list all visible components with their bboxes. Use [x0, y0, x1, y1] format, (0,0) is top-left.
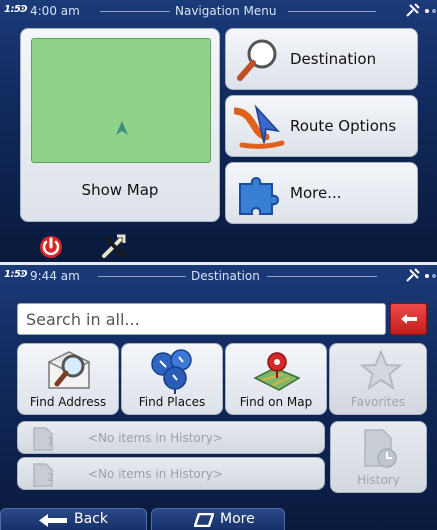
history-item-label: <No items in History> [88, 467, 223, 481]
star-icon [359, 349, 403, 391]
backspace-arrow-icon [401, 314, 417, 324]
satellite-icon [406, 268, 420, 282]
more-menu-label: More [220, 511, 255, 527]
map-preview [31, 38, 211, 163]
puzzle-icon [239, 177, 279, 215]
find-places-label: Find Places [138, 395, 206, 409]
position-arrow-icon [116, 121, 128, 135]
history-item-number: 2 [47, 471, 54, 484]
history-icon [364, 429, 397, 468]
screen-title: Navigation Menu [175, 4, 277, 18]
history-item-2[interactable]: 2 <No items in History> [17, 457, 325, 490]
history-label: History [357, 473, 400, 487]
history-item-number: 1 [47, 435, 54, 448]
title-rule [100, 11, 170, 12]
back-button[interactable]: Back [0, 508, 147, 530]
favorites-button[interactable]: Favorites [329, 343, 427, 415]
back-arrow-icon [39, 514, 67, 527]
search-input[interactable] [18, 304, 385, 334]
find-address-icon [48, 351, 90, 389]
show-map-label: Show Map [81, 181, 159, 199]
route-options-button[interactable]: Route Options [225, 95, 418, 157]
find-places-icon [151, 349, 192, 394]
route-options-icon [234, 104, 285, 149]
tools-icon[interactable] [100, 232, 128, 260]
navigation-menu-screen: 1:5Ͽ 4:00 am Navigation Menu Show Map De… [0, 0, 437, 262]
satellite-icon [406, 3, 420, 17]
status-bar: 1:5Ͽ 4:00 am Navigation Menu [0, 0, 437, 22]
title-rule [288, 11, 376, 12]
more-button[interactable]: More... [225, 162, 418, 224]
more-menu-button[interactable]: More [151, 508, 285, 530]
gps-dot [432, 9, 436, 13]
destination-button[interactable]: Destination [225, 28, 418, 90]
clock: 9:44 am [30, 269, 80, 283]
gps-logo: 1:5Ͽ [4, 269, 27, 280]
show-map-button[interactable]: Show Map [20, 28, 220, 222]
magnifier-icon [237, 39, 277, 81]
route-options-label: Route Options [290, 117, 397, 135]
clock: 4:00 am [30, 4, 80, 18]
favorites-label: Favorites [350, 395, 406, 409]
gps-dot [425, 274, 429, 278]
history-item-1[interactable]: 1 <No items in History> [17, 421, 325, 454]
find-address-label: Find Address [29, 395, 107, 409]
bottom-bar: Back More [0, 505, 437, 530]
history-button[interactable]: History [330, 421, 427, 493]
title-rule [267, 276, 377, 277]
screen-title: Destination [191, 269, 260, 283]
power-icon[interactable] [38, 234, 64, 260]
find-places-button[interactable]: Find Places [121, 343, 223, 415]
gps-dot [432, 274, 436, 278]
title-rule [98, 276, 186, 277]
find-on-map-label: Find on Map [239, 395, 313, 409]
history-item-label: <No items in History> [88, 431, 223, 445]
gps-dot [425, 9, 429, 13]
find-on-map-button[interactable]: Find on Map [225, 343, 327, 415]
destination-screen: 1:5Ͽ 9:44 am Destination Find Address [0, 265, 437, 530]
more-icon [194, 513, 214, 527]
find-address-button[interactable]: Find Address [17, 343, 119, 415]
gps-logo: 1:5Ͽ [4, 4, 27, 15]
search-box [17, 303, 386, 335]
more-label: More... [290, 184, 342, 202]
backspace-button[interactable] [390, 303, 427, 335]
status-bar: 1:5Ͽ 9:44 am Destination [0, 265, 437, 287]
destination-label: Destination [290, 50, 377, 68]
back-label: Back [74, 511, 108, 527]
find-on-map-icon [253, 352, 301, 391]
